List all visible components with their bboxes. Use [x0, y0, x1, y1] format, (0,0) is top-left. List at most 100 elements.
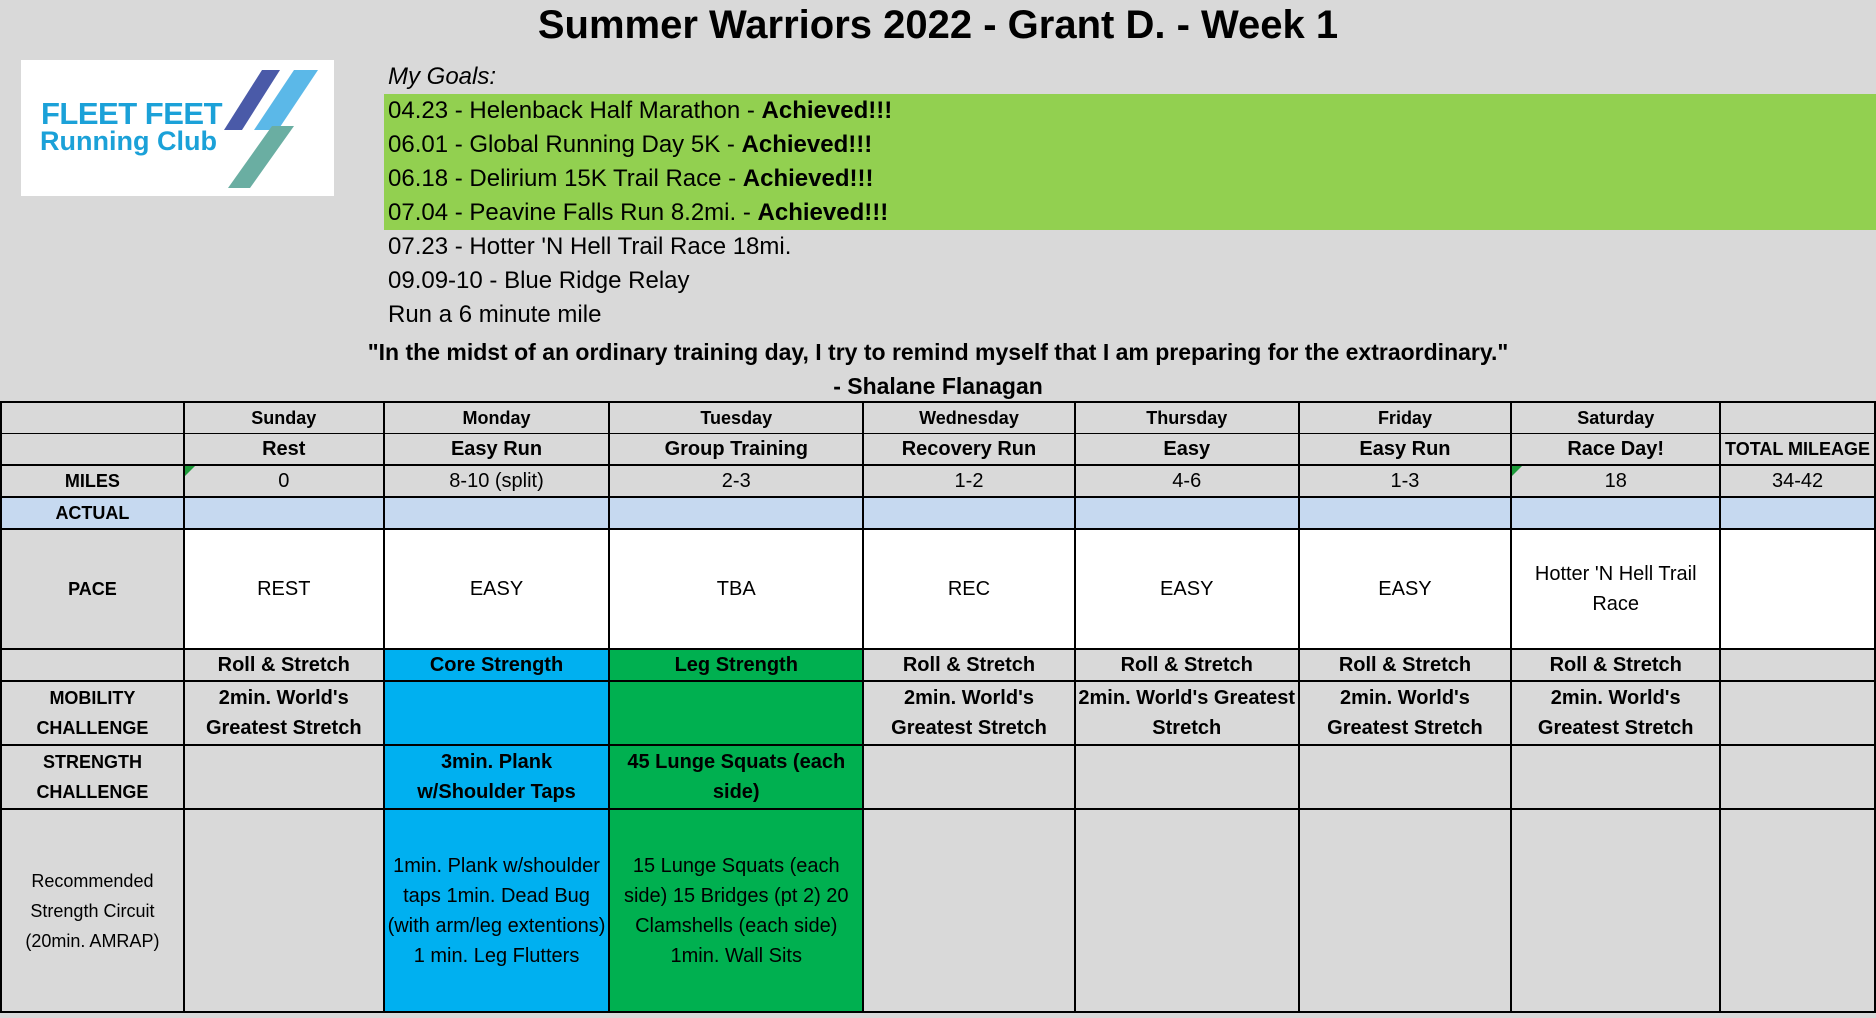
- run-type-cell: Easy: [1073, 433, 1300, 466]
- actual-row: ACTUAL: [0, 496, 1876, 530]
- goal-text: 09.09-10 - Blue Ridge Relay: [388, 267, 690, 294]
- miles-cell: 1-3: [1297, 464, 1513, 498]
- empty-cell: [1719, 680, 1876, 746]
- row-label-actual: ACTUAL: [0, 496, 185, 530]
- strength-cell: [1297, 744, 1513, 810]
- goal-item: 04.23 - Helenback Half Marathon - Achiev…: [384, 94, 1876, 128]
- mobility-cell: 2min. World's Greatest Stretch: [1297, 680, 1513, 746]
- row-label-strength: STRENGTH CHALLENGE: [0, 744, 185, 810]
- goal-text: 06.18 - Delirium 15K Trail Race -: [388, 165, 743, 192]
- goal-text: 06.01 - Global Running Day 5K -: [388, 131, 742, 158]
- workout-type-cell: Leg Strength: [608, 648, 865, 682]
- pace-cell: EASY: [1073, 528, 1300, 650]
- miles-cell: 2-3: [608, 464, 865, 498]
- day-header: Sunday: [182, 401, 385, 434]
- workout-type-cell: Roll & Stretch: [1510, 648, 1722, 682]
- strength-cell: 3min. Plank w/Shoulder Taps: [382, 744, 611, 810]
- pace-cell: TBA: [608, 528, 865, 650]
- pace-cell: Hotter 'N Hell Trail Race: [1510, 528, 1722, 650]
- row-label-miles: MILES: [0, 464, 185, 498]
- goal-item: 07.04 - Peavine Falls Run 8.2mi. - Achie…: [384, 196, 1876, 230]
- goals-header: My Goals:: [388, 63, 497, 90]
- goal-status: Achieved!!!: [741, 131, 873, 158]
- fleet-feet-logo: FLEET FEET Running Club: [21, 60, 334, 196]
- day-header-row: Sunday Monday Tuesday Wednesday Thursday…: [0, 401, 1876, 434]
- workout-type-row: Roll & Stretch Core Strength Leg Strengt…: [0, 648, 1876, 682]
- page-title: Summer Warriors 2022 - Grant D. - Week 1: [537, 3, 1339, 47]
- pace-cell: REC: [862, 528, 1076, 650]
- logo-stripes-icon: [224, 70, 318, 188]
- goal-status: Achieved!!!: [742, 165, 874, 192]
- mobility-cell: [608, 680, 865, 746]
- day-header: Thursday: [1073, 401, 1300, 434]
- goal-item: 06.01 - Global Running Day 5K - Achieved…: [384, 128, 1876, 162]
- total-mileage-header: TOTAL MILEAGE: [1719, 433, 1876, 466]
- circuit-cell: 15 Lunge Squats (each side) 15 Bridges (…: [608, 808, 865, 1013]
- miles-cell: 1-2: [862, 464, 1076, 498]
- empty-cell: [0, 433, 185, 466]
- empty-cell: [1719, 401, 1876, 434]
- goal-text: Run a 6 minute mile: [388, 301, 602, 328]
- mobility-cell: 2min. World's Greatest Stretch: [862, 680, 1076, 746]
- actual-cell[interactable]: [182, 496, 385, 530]
- circuit-cell: 1min. Plank w/shoulder taps 1min. Dead B…: [382, 808, 611, 1013]
- day-header: Wednesday: [862, 401, 1076, 434]
- actual-cell[interactable]: [382, 496, 611, 530]
- day-header: Monday: [382, 401, 611, 434]
- quote-author: - Shalane Flanagan: [833, 373, 1043, 399]
- goal-item: 09.09-10 - Blue Ridge Relay: [384, 264, 1876, 298]
- pace-row: PACE REST EASY TBA REC EASY EASY Hotter …: [0, 528, 1876, 650]
- circuit-cell: [182, 808, 385, 1013]
- day-header: Saturday: [1510, 401, 1722, 434]
- row-label-pace: PACE: [0, 528, 185, 650]
- strength-cell: [1073, 744, 1300, 810]
- motivational-quote: "In the midst of an ordinary training da…: [367, 339, 1509, 365]
- pace-total-cell: [1719, 528, 1876, 650]
- mobility-cell: [382, 680, 611, 746]
- run-type-cell: Race Day!: [1510, 433, 1722, 466]
- actual-total-cell[interactable]: [1719, 496, 1876, 530]
- run-type-cell: Easy Run: [1297, 433, 1513, 466]
- actual-cell[interactable]: [1510, 496, 1722, 530]
- goal-text: 07.04 - Peavine Falls Run 8.2mi. -: [388, 199, 758, 226]
- pace-cell: EASY: [382, 528, 611, 650]
- empty-cell: [1719, 648, 1876, 682]
- actual-cell[interactable]: [1073, 496, 1300, 530]
- row-label-circuit: Recommended Strength Circuit (20min. AMR…: [0, 808, 185, 1013]
- empty-cell: [1719, 744, 1876, 810]
- workout-type-cell: Core Strength: [382, 648, 611, 682]
- total-miles-cell: 34-42: [1719, 464, 1876, 498]
- row-label-mobility: MOBILITY CHALLENGE: [0, 680, 185, 746]
- goal-status: Achieved!!!: [757, 199, 889, 226]
- goal-item: Run a 6 minute mile: [384, 298, 1876, 332]
- miles-cell: 0: [182, 464, 385, 498]
- miles-cell: 18: [1510, 464, 1722, 498]
- workout-type-cell: Roll & Stretch: [1297, 648, 1513, 682]
- workout-type-cell: Roll & Stretch: [182, 648, 385, 682]
- goal-item: 07.23 - Hotter 'N Hell Trail Race 18mi.: [384, 230, 1876, 264]
- strength-row: STRENGTH CHALLENGE 3min. Plank w/Shoulde…: [0, 744, 1876, 810]
- day-header: Friday: [1297, 401, 1513, 434]
- mobility-row: MOBILITY CHALLENGE 2min. World's Greates…: [0, 680, 1876, 746]
- mobility-cell: 2min. World's Greatest Stretch: [182, 680, 385, 746]
- pace-cell: EASY: [1297, 528, 1513, 650]
- weekly-schedule-table: Sunday Monday Tuesday Wednesday Thursday…: [0, 401, 1876, 1013]
- mobility-cell: 2min. World's Greatest Stretch: [1510, 680, 1722, 746]
- actual-cell[interactable]: [1297, 496, 1513, 530]
- run-type-cell: Rest: [182, 433, 385, 466]
- strength-cell: [1510, 744, 1722, 810]
- goals-list: My Goals: 04.23 - Helenback Half Maratho…: [384, 60, 1876, 332]
- circuit-cell: [862, 808, 1076, 1013]
- strength-cell: [862, 744, 1076, 810]
- goal-text: 07.23 - Hotter 'N Hell Trail Race 18mi.: [388, 233, 792, 260]
- actual-cell[interactable]: [608, 496, 865, 530]
- strength-circuit-row: Recommended Strength Circuit (20min. AMR…: [0, 808, 1876, 1013]
- strength-cell: [182, 744, 385, 810]
- run-type-cell: Group Training: [608, 433, 865, 466]
- goal-text: 04.23 - Helenback Half Marathon -: [388, 97, 762, 124]
- run-type-row: Rest Easy Run Group Training Recovery Ru…: [0, 433, 1876, 466]
- miles-row: MILES 0 8-10 (split) 2-3 1-2 4-6 1-3 18 …: [0, 464, 1876, 498]
- run-type-cell: Easy Run: [382, 433, 611, 466]
- actual-cell[interactable]: [862, 496, 1076, 530]
- goal-item: 06.18 - Delirium 15K Trail Race - Achiev…: [384, 162, 1876, 196]
